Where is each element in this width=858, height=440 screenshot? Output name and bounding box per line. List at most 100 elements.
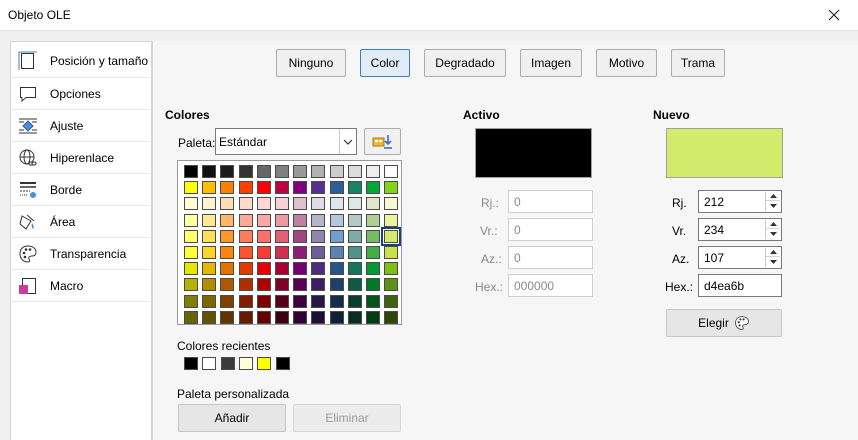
palette-swatch[interactable] (238, 181, 253, 195)
palette-swatch[interactable] (202, 213, 217, 227)
palette-swatch[interactable] (384, 246, 399, 259)
palette-swatch[interactable] (329, 246, 344, 259)
palette-swatch[interactable] (347, 294, 362, 308)
palette-swatch[interactable] (202, 310, 217, 324)
recent-color-swatch[interactable] (220, 357, 235, 370)
palette-swatch[interactable] (202, 262, 217, 276)
sidebar-item-macro[interactable]: Macro (12, 270, 150, 301)
tab-gradient[interactable]: Degradado (424, 49, 506, 77)
pick-color-button[interactable]: Elegir (666, 309, 782, 337)
sidebar-item-border[interactable]: Borde (12, 174, 150, 205)
palette-swatch[interactable] (202, 181, 217, 195)
new-red-field[interactable]: 212 (698, 190, 782, 213)
tab-none[interactable]: Ninguno (276, 49, 346, 77)
palette-swatch[interactable] (238, 197, 253, 211)
palette-swatch[interactable] (366, 246, 380, 259)
palette-swatch[interactable] (311, 181, 326, 195)
palette-swatch[interactable] (256, 278, 271, 292)
palette-swatch[interactable] (256, 197, 271, 211)
palette-swatch[interactable] (347, 165, 362, 178)
recent-color-swatch[interactable] (257, 357, 272, 370)
palette-swatch[interactable] (202, 229, 217, 243)
palette-swatch[interactable] (329, 181, 344, 195)
palette-swatch[interactable] (184, 294, 198, 308)
palette-swatch[interactable] (311, 229, 326, 243)
palette-swatch[interactable] (329, 197, 344, 211)
add-palette-button[interactable] (364, 128, 401, 155)
recent-color-swatch[interactable] (202, 357, 217, 370)
palette-swatch[interactable] (347, 262, 362, 276)
palette-swatch[interactable] (220, 310, 235, 324)
palette-swatch[interactable] (238, 278, 253, 292)
palette-swatch[interactable] (220, 278, 235, 292)
sidebar-item-options[interactable]: Opciones (12, 78, 150, 109)
palette-swatch[interactable] (184, 213, 198, 227)
palette-swatch[interactable] (238, 213, 253, 227)
palette-swatch[interactable] (384, 278, 399, 292)
palette-swatch[interactable] (184, 310, 198, 324)
palette-swatch[interactable] (329, 294, 344, 308)
palette-swatch[interactable] (275, 197, 289, 211)
palette-swatch[interactable] (184, 262, 198, 276)
palette-swatch[interactable] (311, 197, 326, 211)
new-blue-field[interactable]: 107 (698, 246, 782, 269)
recent-color-swatch[interactable] (184, 357, 198, 370)
spin-down-icon[interactable] (766, 229, 780, 238)
new-green-field[interactable]: 234 (698, 218, 782, 241)
palette-swatch[interactable] (256, 229, 271, 243)
palette-swatch[interactable] (329, 165, 344, 178)
palette-swatch[interactable] (256, 213, 271, 227)
palette-swatch[interactable] (293, 213, 308, 227)
palette-swatch[interactable] (238, 165, 253, 178)
sidebar-item-area[interactable]: Área (12, 206, 150, 237)
palette-swatch[interactable] (275, 229, 289, 243)
sidebar-item-hyperlink[interactable]: Hiperenlace (12, 142, 150, 173)
palette-swatch[interactable] (293, 181, 308, 195)
palette-swatch[interactable] (347, 310, 362, 324)
palette-swatch[interactable] (275, 246, 289, 259)
palette-swatch[interactable] (366, 213, 380, 227)
sidebar-item-transparency[interactable]: Transparencia (12, 238, 150, 269)
tab-hatch[interactable]: Trama (671, 49, 725, 77)
palette-swatch[interactable] (238, 246, 253, 259)
palette-swatch[interactable] (184, 246, 198, 259)
tab-color[interactable]: Color (360, 49, 410, 77)
palette-swatch[interactable] (366, 294, 380, 308)
palette-swatch[interactable] (329, 278, 344, 292)
sidebar-item-wrap[interactable]: Ajuste (12, 110, 150, 141)
palette-swatch[interactable] (220, 197, 235, 211)
palette-swatch[interactable] (347, 246, 362, 259)
palette-swatch[interactable] (384, 213, 399, 227)
palette-swatch[interactable] (347, 229, 362, 243)
palette-swatch[interactable] (202, 294, 217, 308)
palette-swatch[interactable] (293, 197, 308, 211)
palette-swatch[interactable] (220, 181, 235, 195)
palette-swatch[interactable] (347, 213, 362, 227)
palette-swatch[interactable] (366, 229, 380, 243)
tab-image[interactable]: Imagen (520, 49, 582, 77)
spin-up-icon[interactable] (766, 220, 780, 229)
spin-buttons[interactable] (765, 192, 780, 211)
palette-swatch[interactable] (311, 165, 326, 178)
palette-swatch[interactable] (275, 262, 289, 276)
palette-swatch[interactable] (238, 229, 253, 243)
palette-swatch[interactable] (275, 278, 289, 292)
palette-swatch[interactable] (384, 294, 399, 308)
sidebar-item-position-size[interactable]: Posición y tamaño (12, 45, 150, 76)
palette-swatch[interactable] (384, 181, 399, 195)
palette-swatch[interactable] (202, 165, 217, 178)
palette-swatch[interactable] (311, 310, 326, 324)
recent-color-swatch[interactable] (238, 357, 253, 370)
palette-swatch[interactable] (366, 262, 380, 276)
palette-swatch[interactable] (275, 165, 289, 178)
palette-swatch[interactable] (256, 262, 271, 276)
palette-swatch[interactable] (202, 246, 217, 259)
palette-swatch[interactable] (347, 181, 362, 195)
palette-swatch[interactable] (366, 310, 380, 324)
palette-swatch[interactable] (384, 165, 399, 178)
spin-down-icon[interactable] (766, 257, 780, 266)
delete-button[interactable]: Eliminar (293, 404, 401, 432)
palette-swatch[interactable] (293, 310, 308, 324)
palette-swatch[interactable] (275, 310, 289, 324)
palette-swatch[interactable] (366, 165, 380, 178)
